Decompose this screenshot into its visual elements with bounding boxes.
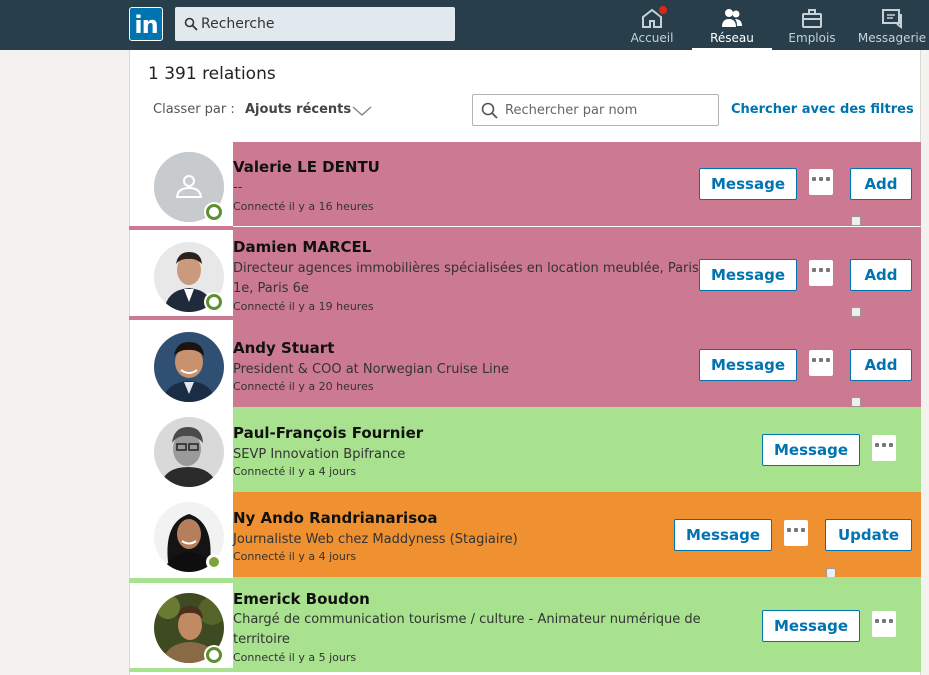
connection-row: Valerie LE DENTU -- Connecté il y a 16 h… [129,142,921,226]
connection-title: Journaliste Web chez Maddyness (Stagiair… [233,532,518,547]
more-options-icon[interactable] [809,260,833,286]
connection-row: Ny Ando Randrianarisoa Journaliste Web c… [129,492,921,578]
message-button[interactable]: Message [762,434,860,466]
select-checkbox[interactable] [851,216,861,226]
linkedin-logo[interactable]: in [129,7,163,41]
add-button[interactable]: Add [850,168,912,200]
more-options-icon[interactable] [809,350,833,376]
connection-title: President & COO at Norwegian Cruise Line [233,362,510,377]
connection-time: Connecté il y a 4 jours [233,550,357,563]
nav-jobs[interactable]: Emplois [772,0,852,50]
name-search-box[interactable] [472,94,719,126]
more-options-icon[interactable] [872,435,896,461]
connection-name[interactable]: Damien MARCEL [233,238,371,256]
connection-title: Directeur agences immobilières spécialis… [233,261,699,296]
connection-time: Connecté il y a 4 jours [233,465,357,478]
nav-network[interactable]: Réseau [692,0,772,50]
row-divider [129,668,233,672]
nav-home-label: Accueil [630,31,674,45]
nav-messaging-label: Messagerie [857,31,927,45]
connection-title: -- [233,180,243,195]
search-icon [184,17,198,31]
online-status-icon [206,554,222,570]
search-with-filters-link[interactable]: Chercher avec des filtres [731,102,914,117]
connection-time: Connecté il y a 16 heures [233,200,374,213]
connection-name[interactable]: Andy Stuart [233,339,334,357]
connection-row: Paul-François Fournier SEVP Innovation B… [129,407,921,492]
message-button[interactable]: Message [699,349,797,381]
message-button[interactable]: Message [699,259,797,291]
briefcase-icon [802,9,822,28]
nav-messaging[interactable]: Messagerie [852,0,929,50]
person-photo [154,332,224,402]
more-options-icon[interactable] [872,611,896,637]
connection-name[interactable]: Valerie LE DENTU [233,158,380,176]
nav-network-label: Réseau [710,31,754,45]
connection-title: Chargé de communication tourisme / cultu… [233,612,701,647]
sort-label: Classer par : [153,102,235,117]
connection-row: Andy Stuart President & COO at Norwegian… [129,322,921,407]
global-search-input[interactable] [201,7,451,41]
more-options-icon[interactable] [784,520,808,546]
select-checkbox[interactable] [851,307,861,317]
add-button[interactable]: Add [850,259,912,291]
connection-time: Connecté il y a 20 heures [233,380,374,393]
person-photo [154,417,224,487]
message-button[interactable]: Message [699,168,797,200]
sort-dropdown[interactable]: Ajouts récents [245,102,351,117]
online-status-icon [206,647,222,663]
message-button[interactable]: Message [762,610,860,642]
avatar[interactable] [154,417,224,487]
add-button[interactable]: Add [850,349,912,381]
nav-jobs-label: Emplois [788,31,836,45]
connection-title: SEVP Innovation Bpifrance [233,447,406,462]
chevron-down-icon[interactable] [352,105,372,117]
connection-row: Damien MARCEL Directeur agences immobili… [129,227,921,322]
update-button[interactable]: Update [825,519,912,551]
nav-home[interactable]: Accueil [612,0,692,50]
relations-count: 1 391 relations [148,64,276,84]
online-status-icon [206,204,222,220]
connection-name[interactable]: Ny Ando Randrianarisoa [233,509,438,527]
more-options-icon[interactable] [809,169,833,195]
top-nav-bar: in Accueil Réseau Emplois Messagerie [0,0,929,50]
message-button[interactable]: Message [674,519,772,551]
name-search-input[interactable] [505,95,715,125]
avatar[interactable] [154,332,224,402]
search-icon [481,102,498,119]
connection-row: Emerick Boudon Chargé de communication t… [129,577,921,672]
notification-badge [657,4,669,16]
connection-name[interactable]: Paul-François Fournier [233,424,423,442]
messaging-icon [882,9,902,29]
network-icon [722,9,742,27]
connection-name[interactable]: Emerick Boudon [233,590,370,608]
global-search-box[interactable] [175,7,455,41]
online-status-icon [206,294,222,310]
connection-time: Connecté il y a 19 heures [233,300,374,313]
select-checkbox[interactable] [851,397,861,407]
row-divider [129,316,233,320]
connection-time: Connecté il y a 5 jours [233,651,357,664]
